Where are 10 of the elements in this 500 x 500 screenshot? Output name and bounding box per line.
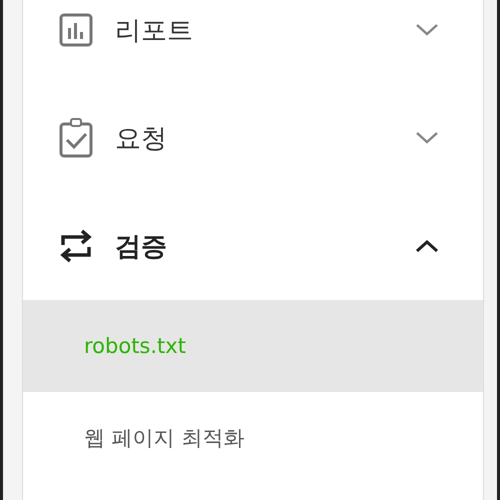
submenu-item[interactable]: 웹 페이지 최적화	[84, 425, 244, 452]
chevron-down-icon[interactable]	[415, 23, 439, 37]
repeat-icon	[59, 227, 93, 265]
chevron-down-icon[interactable]	[415, 131, 439, 145]
chart-icon	[59, 13, 93, 47]
menu-item[interactable]: 요청	[115, 120, 415, 156]
menu-item[interactable]: 리포트	[115, 12, 415, 48]
menu-item[interactable]: 검증	[115, 228, 415, 264]
clipboard-check-icon	[59, 118, 93, 158]
chevron-up-icon[interactable]	[415, 239, 439, 253]
